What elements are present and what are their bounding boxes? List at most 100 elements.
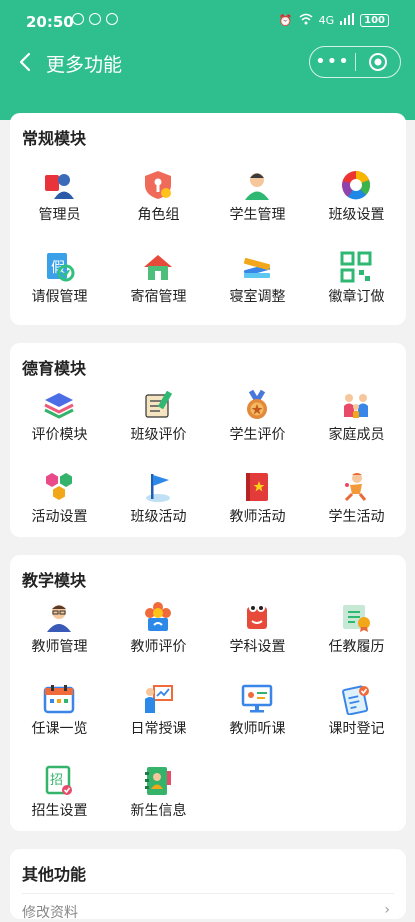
- section-grid: 评价模块 班级评价 学生评价 家庭成员活动设置 班级活动 教师活动 学生活动: [10, 381, 406, 545]
- menu-item-label: 学科设置: [229, 639, 286, 655]
- book-character-icon: [241, 601, 273, 633]
- flag-icon: [142, 471, 174, 503]
- other-functions-card: 其他功能 修改资料 ›: [10, 849, 406, 922]
- student-icon: [241, 169, 273, 201]
- menu-item[interactable]: 假请假管理: [10, 243, 109, 325]
- svg-text:招: 招: [50, 773, 63, 788]
- teacher-icon: [43, 601, 75, 633]
- notification-icon: [89, 13, 101, 25]
- boarding-icon: [142, 251, 174, 283]
- menu-item[interactable]: 活动设置: [10, 463, 109, 545]
- battery-icon: 100: [360, 14, 389, 27]
- running-student-icon: [340, 471, 372, 503]
- section-grid: 管理员 角色组 学生管理 班级设置假请假管理 寄宿管理 寝室调整 徽章订做: [10, 161, 406, 325]
- menu-item-label: 日常授课: [130, 721, 187, 737]
- admin-icon: [43, 169, 75, 201]
- chevron-right-icon: ›: [384, 902, 390, 918]
- hexagons-icon: [43, 471, 75, 503]
- menu-item-label: 新生信息: [130, 803, 187, 819]
- role-group-icon: [142, 169, 174, 201]
- section-title: 德育模块: [22, 359, 87, 378]
- mini-program-capsule: •••: [309, 46, 401, 78]
- menu-item-label: 活动设置: [31, 509, 88, 525]
- back-icon[interactable]: [14, 50, 38, 74]
- menu-item[interactable]: 家庭成员: [307, 381, 406, 463]
- section-card: 教学模块 教师管理 教师评价 学科设置 任教履历任课一览 日常授课 教师听课 课时登记招招生…: [10, 555, 406, 831]
- menu-item[interactable]: 学科设置: [208, 593, 307, 675]
- alarm-icon: ⏰: [278, 14, 293, 27]
- menu-item-label: 评价模块: [31, 427, 88, 443]
- notification-icon: [106, 13, 118, 25]
- medal-icon: [241, 389, 273, 421]
- menu-item-label: 课时登记: [328, 721, 385, 737]
- menu-item-label: 任教履历: [328, 639, 385, 655]
- flower-badge-icon: [142, 601, 174, 633]
- section-card: 常规模块 管理员 角色组 学生管理 班级设置假请假管理 寄宿管理 寝室调整 徽章订做: [10, 113, 406, 325]
- menu-item[interactable]: 课时登记: [307, 675, 406, 757]
- contact-book-icon: [142, 765, 174, 797]
- class-settings-icon: [340, 169, 372, 201]
- target-close-icon: [368, 53, 387, 71]
- menu-item[interactable]: 新生信息: [109, 757, 208, 839]
- notification-icons: [72, 13, 118, 25]
- menu-item-label: 班级评价: [130, 427, 187, 443]
- menu-item-label: 角色组: [137, 207, 180, 223]
- menu-item[interactable]: 班级活动: [109, 463, 208, 545]
- menu-item[interactable]: 教师活动: [208, 463, 307, 545]
- lecture-icon: [142, 683, 174, 715]
- layers-icon: [43, 389, 75, 421]
- menu-item-label: 学生管理: [229, 207, 286, 223]
- menu-item-label: 教师听课: [229, 721, 286, 737]
- menu-item[interactable]: 寄宿管理: [109, 243, 208, 325]
- edit-profile-label: 修改资料: [22, 905, 78, 921]
- menu-item-label: 寝室调整: [229, 289, 286, 305]
- clipboard-icon: [340, 683, 372, 716]
- section-card: 德育模块 评价模块 班级评价 学生评价 家庭成员活动设置 班级活动 教师活动 学生活动: [10, 343, 406, 537]
- menu-item-label: 任课一览: [31, 721, 88, 737]
- menu-item-label: 请假管理: [31, 289, 88, 305]
- signal-icon: [340, 13, 355, 28]
- menu-item-label: 招生设置: [31, 803, 88, 819]
- navigation-bar: 更多功能 •••: [0, 44, 415, 84]
- edit-profile-row[interactable]: 修改资料 ›: [22, 893, 394, 922]
- menu-item-label: 教师活动: [229, 509, 286, 525]
- certificate-icon: [340, 601, 372, 633]
- menu-item[interactable]: 学生管理: [208, 161, 307, 243]
- close-button[interactable]: [356, 52, 400, 72]
- menu-item[interactable]: 任课一览: [10, 675, 109, 757]
- section-grid: 教师管理 教师评价 学科设置 任教履历 任课一览 日常授课 教师听课 课时登记招招生设置 新生信…: [10, 593, 406, 839]
- menu-item[interactable]: 班级评价: [109, 381, 208, 463]
- calendar-icon: [43, 683, 75, 715]
- menu-item-label: 寄宿管理: [130, 289, 187, 305]
- menu-item[interactable]: 角色组: [109, 161, 208, 243]
- menu-item[interactable]: 寝室调整: [208, 243, 307, 325]
- family-icon: [340, 389, 372, 421]
- menu-item[interactable]: 招招生设置: [10, 757, 109, 839]
- monitor-icon: [241, 683, 273, 715]
- menu-item[interactable]: 学生活动: [307, 463, 406, 545]
- page-title: 更多功能: [46, 54, 123, 76]
- menu-item[interactable]: 班级设置: [307, 161, 406, 243]
- menu-item-label: 管理员: [38, 207, 81, 223]
- menu-item-label: 学生活动: [328, 509, 385, 525]
- menu-item-label: 家庭成员: [328, 427, 385, 443]
- leave-icon: 假: [43, 251, 75, 283]
- menu-item[interactable]: 教师评价: [109, 593, 208, 675]
- menu-item-label: 班级设置: [328, 207, 385, 223]
- menu-item-label: 班级活动: [130, 509, 187, 525]
- menu-item[interactable]: 徽章订做: [307, 243, 406, 325]
- status-bar: 20:50 ⏰ 4G 100: [0, 0, 415, 44]
- menu-item[interactable]: 任教履历: [307, 593, 406, 675]
- menu-item[interactable]: 日常授课: [109, 675, 208, 757]
- more-button[interactable]: •••: [310, 47, 355, 77]
- enroll-icon: 招: [43, 765, 75, 797]
- network-label: 4G: [318, 14, 335, 27]
- class-evaluation-icon: [142, 389, 174, 421]
- wifi-icon: [299, 13, 313, 28]
- menu-item[interactable]: 教师听课: [208, 675, 307, 757]
- menu-item[interactable]: 评价模块: [10, 381, 109, 463]
- menu-item[interactable]: 教师管理: [10, 593, 109, 675]
- menu-item[interactable]: 管理员: [10, 161, 109, 243]
- menu-item[interactable]: 学生评价: [208, 381, 307, 463]
- section-title: 教学模块: [22, 571, 87, 590]
